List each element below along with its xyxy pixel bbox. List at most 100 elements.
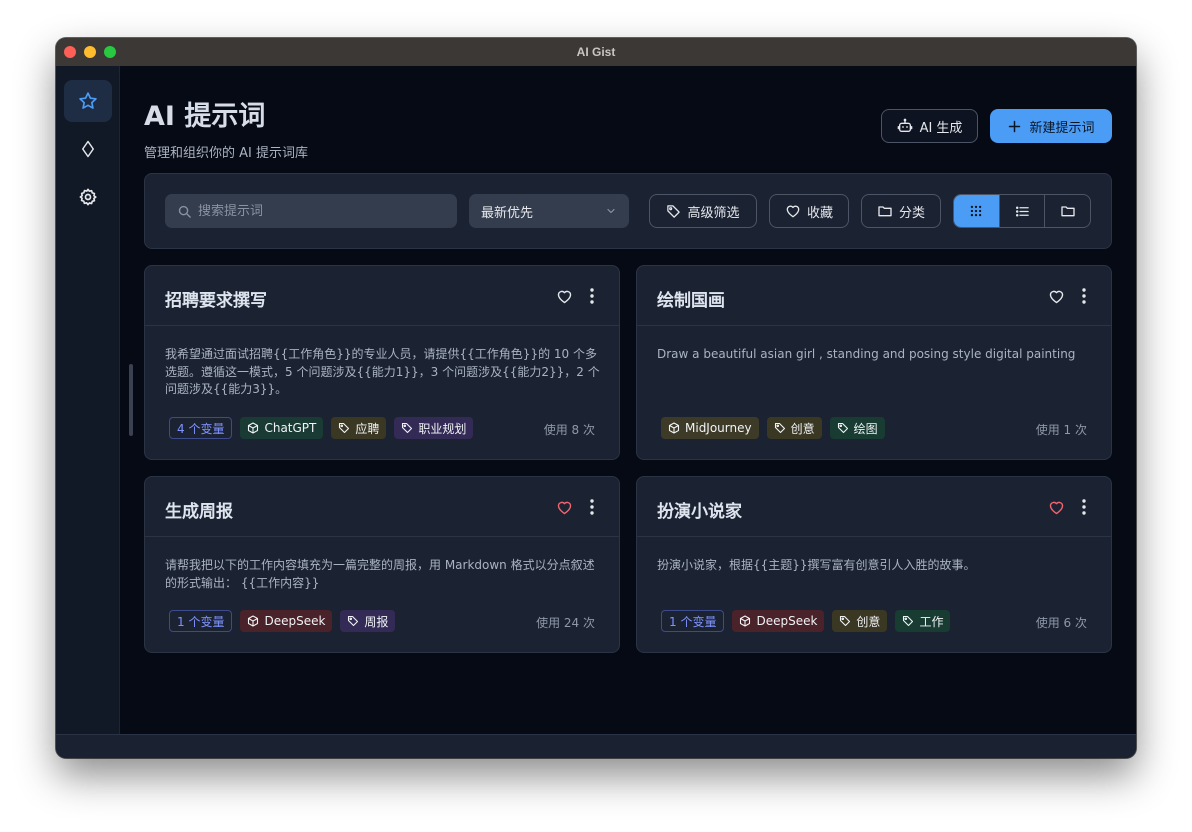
heart-filled-icon[interactable] bbox=[1048, 499, 1065, 516]
category-filter-button[interactable]: 分类 bbox=[861, 194, 941, 228]
minimize-window-button[interactable] bbox=[84, 46, 96, 58]
category-tag: 应聘 bbox=[331, 417, 386, 439]
prompt-card[interactable]: 扮演小说家 扮演小说家，根据{{主题}}撰写富有创意引人入胜的故事。 1 个变量… bbox=[636, 476, 1112, 653]
card-content: 我希望通过面试招聘{{工作角色}}的专业人员，请提供{{工作角色}}的 10 个… bbox=[165, 346, 601, 399]
card-title: 扮演小说家 bbox=[657, 497, 742, 522]
card-header: 招聘要求撰写 bbox=[145, 266, 619, 326]
card-tags: 1 个变量 DeepSeek 周报 bbox=[169, 610, 395, 632]
more-vertical-icon[interactable] bbox=[1081, 498, 1087, 516]
search-input[interactable] bbox=[198, 204, 438, 219]
card-content: 请帮我把以下的工作内容填充为一篇完整的周报，用 Markdown 格式以分点叙述… bbox=[165, 557, 601, 592]
heart-icon[interactable] bbox=[556, 288, 573, 305]
model-tag: DeepSeek bbox=[240, 610, 332, 632]
more-vertical-icon[interactable] bbox=[1081, 287, 1087, 305]
model-tag-label: ChatGPT bbox=[264, 421, 316, 435]
model-tag: MidJourney bbox=[661, 417, 759, 439]
advanced-filter-button[interactable]: 高级筛选 bbox=[649, 194, 757, 228]
list-icon bbox=[1015, 204, 1030, 219]
card-header: 生成周报 bbox=[145, 477, 619, 537]
usage-count: 使用 24 次 bbox=[536, 614, 595, 631]
usage-count: 使用 1 次 bbox=[1036, 421, 1087, 438]
robot-icon bbox=[897, 118, 913, 134]
favorites-filter-button[interactable]: 收藏 bbox=[769, 194, 849, 228]
category-tag-label: 工作 bbox=[919, 613, 943, 630]
page-subtitle: 管理和组织你的 AI 提示词库 bbox=[144, 142, 308, 161]
tag-icon bbox=[774, 422, 786, 434]
search-icon bbox=[177, 204, 192, 219]
title-bar: AI Gist bbox=[56, 38, 1136, 66]
folder-view-button[interactable] bbox=[1045, 195, 1090, 227]
tag-icon bbox=[338, 422, 350, 434]
search-box[interactable] bbox=[165, 194, 457, 228]
variable-count-badge: 4 个变量 bbox=[169, 417, 232, 439]
advanced-filter-label: 高级筛选 bbox=[687, 202, 739, 221]
list-view-button[interactable] bbox=[1000, 195, 1046, 227]
usage-count: 使用 8 次 bbox=[544, 421, 595, 438]
category-tag-label: 绘图 bbox=[854, 420, 878, 437]
card-header: 扮演小说家 bbox=[637, 477, 1111, 537]
category-tag: 创意 bbox=[832, 610, 887, 632]
close-window-button[interactable] bbox=[64, 46, 76, 58]
heart-filled-icon[interactable] bbox=[556, 499, 573, 516]
card-tags: 1 个变量 DeepSeek 创意 工作 bbox=[661, 610, 950, 632]
card-content: Draw a beautiful asian girl , standing a… bbox=[657, 346, 1093, 364]
app-window: AI Gist AI 提示词 管理和组织你的 AI 提示词库 AI 生成 新建提… bbox=[56, 38, 1136, 758]
sidebar-item-prompts[interactable] bbox=[64, 80, 112, 122]
card-tags: 4 个变量 ChatGPT 应聘 职业规划 bbox=[169, 417, 473, 439]
favorites-filter-label: 收藏 bbox=[807, 202, 833, 221]
category-tag-label: 创意 bbox=[791, 420, 815, 437]
category-tag-label: 创意 bbox=[856, 613, 880, 630]
diamond-icon bbox=[79, 139, 97, 159]
view-mode-switch bbox=[953, 194, 1091, 228]
window-title: AI Gist bbox=[577, 45, 616, 59]
tag-icon bbox=[837, 422, 849, 434]
gear-icon bbox=[78, 187, 98, 207]
ai-generate-label: AI 生成 bbox=[920, 117, 963, 136]
tag-icon bbox=[902, 615, 914, 627]
sidebar-item-settings[interactable] bbox=[64, 176, 112, 218]
card-title: 招聘要求撰写 bbox=[165, 286, 267, 311]
model-tag: DeepSeek bbox=[732, 610, 824, 632]
star-icon bbox=[78, 91, 98, 111]
ai-generate-button[interactable]: AI 生成 bbox=[881, 109, 978, 143]
prompt-card[interactable]: 绘制国画 Draw a beautiful asian girl , stand… bbox=[636, 265, 1112, 460]
variable-count-badge: 1 个变量 bbox=[661, 610, 724, 632]
card-content: 扮演小说家，根据{{主题}}撰写富有创意引人入胜的故事。 bbox=[657, 557, 1093, 575]
filter-bar: 最新优先 高级筛选 收藏 分类 bbox=[144, 173, 1112, 249]
grid-view-button[interactable] bbox=[954, 195, 1000, 227]
cube-icon bbox=[247, 422, 259, 434]
sidebar bbox=[56, 66, 120, 734]
main-content: AI 提示词 管理和组织你的 AI 提示词库 AI 生成 新建提示词 最新优先 … bbox=[120, 66, 1136, 734]
category-tag: 职业规划 bbox=[394, 417, 473, 439]
sort-select[interactable]: 最新优先 bbox=[469, 194, 629, 228]
more-vertical-icon[interactable] bbox=[589, 498, 595, 516]
category-tag: 绘图 bbox=[830, 417, 885, 439]
prompt-card[interactable]: 招聘要求撰写 我希望通过面试招聘{{工作角色}}的专业人员，请提供{{工作角色}… bbox=[144, 265, 620, 460]
folder-icon bbox=[877, 203, 893, 219]
sidebar-item-models[interactable] bbox=[64, 128, 112, 170]
category-tag-label: 周报 bbox=[364, 613, 388, 630]
prompt-card[interactable]: 生成周报 请帮我把以下的工作内容填充为一篇完整的周报，用 Markdown 格式… bbox=[144, 476, 620, 653]
sort-select-value: 最新优先 bbox=[481, 202, 533, 221]
window-controls bbox=[64, 46, 116, 58]
more-vertical-icon[interactable] bbox=[589, 287, 595, 305]
usage-count: 使用 6 次 bbox=[1036, 614, 1087, 631]
new-prompt-label: 新建提示词 bbox=[1029, 117, 1094, 136]
variable-count-badge: 1 个变量 bbox=[169, 610, 232, 632]
maximize-window-button[interactable] bbox=[104, 46, 116, 58]
tag-icon bbox=[666, 204, 681, 219]
cube-icon bbox=[247, 615, 259, 627]
model-tag-label: DeepSeek bbox=[756, 614, 817, 628]
new-prompt-button[interactable]: 新建提示词 bbox=[990, 109, 1112, 143]
tag-icon bbox=[401, 422, 413, 434]
card-title: 绘制国画 bbox=[657, 286, 725, 311]
category-filter-label: 分类 bbox=[899, 202, 925, 221]
tag-icon bbox=[347, 615, 359, 627]
status-bar bbox=[56, 734, 1136, 758]
cube-icon bbox=[739, 615, 751, 627]
heart-icon[interactable] bbox=[1048, 288, 1065, 305]
category-tag-label: 职业规划 bbox=[418, 420, 466, 437]
card-title: 生成周报 bbox=[165, 497, 233, 522]
model-tag-label: DeepSeek bbox=[264, 614, 325, 628]
plus-icon bbox=[1007, 119, 1022, 134]
